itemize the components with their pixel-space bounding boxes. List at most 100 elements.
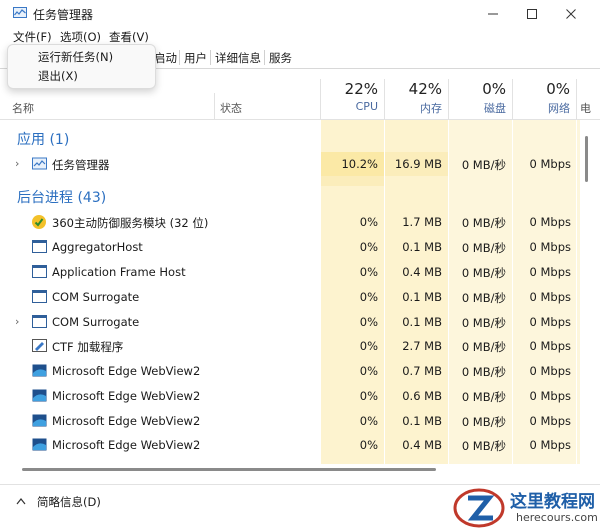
column-memory[interactable]: 42% 内存 (385, 79, 448, 119)
memory-value: 0.1 MB (402, 240, 442, 254)
close-button[interactable] (552, 0, 590, 27)
tab-details[interactable]: 详细信息 (212, 50, 264, 66)
network-value: 0 Mbps (529, 290, 572, 304)
disk-value: 0 MB/秒 (461, 241, 506, 255)
table-row[interactable]: Microsoft Edge WebView2 0% 0.6 MB 0 MB/秒… (0, 384, 580, 408)
network-value: 0 Mbps (529, 315, 572, 329)
disk-value: 0 MB/秒 (461, 216, 506, 230)
table-row[interactable]: Microsoft Edge WebView2 0% 0.4 MB 0 MB/秒… (0, 433, 580, 457)
process-name: Microsoft Edge WebView2 (52, 364, 201, 378)
process-name: CTF 加载程序 (52, 340, 124, 354)
column-power-partial[interactable]: 电 (580, 100, 591, 116)
network-value: 0 Mbps (529, 240, 572, 254)
fewer-details-link[interactable]: 简略信息(D) (37, 494, 101, 510)
column-name[interactable]: 名称 (12, 100, 34, 116)
table-row[interactable]: › COM Surrogate 0% 0.1 MB 0 MB/秒 0 Mbps (0, 310, 580, 334)
cpu-value: 0% (359, 414, 378, 428)
network-value: 0 Mbps (529, 215, 572, 229)
cpu-value: 0% (359, 240, 378, 254)
tab-separator (210, 50, 211, 65)
process-name: 360主动防御服务模块 (32 位) (52, 216, 209, 230)
cpu-value: 10.2% (341, 157, 378, 171)
menu-options[interactable]: 选项(O) (60, 29, 101, 45)
chevron-up-icon[interactable] (16, 497, 26, 505)
menu-view[interactable]: 查看(V) (109, 29, 149, 45)
z-logo-icon (453, 488, 505, 528)
memory-value: 1.7 MB (402, 215, 442, 229)
column-disk[interactable]: 0% 磁盘 (449, 79, 512, 119)
disk-value: 0 MB/秒 (461, 390, 506, 404)
group-apps: 应用 (1) (17, 132, 70, 148)
table-row[interactable]: Application Frame Host 0% 0.4 MB 0 MB/秒 … (0, 260, 580, 284)
memory-value: 0.7 MB (402, 364, 442, 378)
cpu-cell-tint (321, 176, 384, 186)
tab-services[interactable]: 服务 (266, 50, 295, 66)
memory-value: 0.6 MB (402, 389, 442, 403)
task-manager-icon (32, 157, 47, 170)
tab-separator (179, 50, 180, 65)
memory-value: 0.4 MB (402, 438, 442, 452)
memory-value: 0.1 MB (402, 315, 442, 329)
disk-value: 0 MB/秒 (461, 340, 506, 354)
360-shield-icon (32, 215, 46, 229)
cpu-value: 0% (359, 364, 378, 378)
process-window-icon (32, 265, 47, 278)
memory-value: 0.1 MB (402, 414, 442, 428)
process-name: Application Frame Host (52, 265, 186, 279)
cpu-label: CPU (355, 100, 378, 113)
network-value: 0 Mbps (529, 438, 572, 452)
menu-file[interactable]: 文件(F) (13, 29, 52, 45)
memory-value: 2.7 MB (402, 339, 442, 353)
process-name: 任务管理器 (52, 158, 110, 172)
edge-webview-icon (32, 414, 47, 427)
table-row[interactable]: AggregatorHost 0% 0.1 MB 0 MB/秒 0 Mbps (0, 235, 580, 259)
vertical-scrollbar-thumb[interactable] (585, 136, 588, 182)
disk-value: 0 MB/秒 (461, 415, 506, 429)
column-cpu[interactable]: 22% CPU (321, 79, 384, 119)
network-value: 0 Mbps (529, 157, 572, 171)
network-value: 0 Mbps (529, 339, 572, 353)
task-manager-app-icon (13, 7, 27, 18)
process-name: COM Surrogate (52, 315, 140, 329)
disk-label: 磁盘 (484, 102, 506, 115)
header-separator (214, 93, 215, 119)
maximize-button[interactable] (513, 0, 551, 27)
memory-value: 0.1 MB (402, 290, 442, 304)
expand-chevron-icon[interactable]: › (15, 157, 19, 170)
network-value: 0 Mbps (529, 414, 572, 428)
menu-item-run-new-task[interactable]: 运行新任务(N) (38, 49, 113, 65)
cpu-value: 0% (359, 438, 378, 452)
table-row[interactable]: 360主动防御服务模块 (32 位) 0% 1.7 MB 0 MB/秒 0 Mb… (0, 210, 580, 234)
column-status[interactable]: 状态 (220, 100, 242, 116)
cpu-value: 0% (359, 215, 378, 229)
group-background: 后台进程 (43) (17, 190, 107, 206)
window-title: 任务管理器 (33, 8, 94, 22)
cpu-value: 0% (359, 315, 378, 329)
table-row[interactable]: › 任务管理器 10.2% 16.9 MB 0 MB/秒 0 Mbps (0, 152, 580, 176)
table-row[interactable]: Microsoft Edge WebView2 0% 0.7 MB 0 MB/秒… (0, 359, 580, 383)
column-network[interactable]: 0% 网络 (513, 79, 576, 119)
cpu-value: 0% (359, 265, 378, 279)
menu-item-exit[interactable]: 退出(X) (38, 68, 78, 84)
minimize-icon (488, 13, 498, 14)
memory-label: 内存 (420, 102, 442, 115)
process-name: Microsoft Edge WebView2 (52, 389, 201, 403)
disk-value: 0 MB/秒 (461, 365, 506, 379)
expand-chevron-icon[interactable]: › (15, 315, 19, 328)
disk-value: 0 MB/秒 (461, 158, 506, 172)
table-row[interactable]: CTF 加载程序 0% 2.7 MB 0 MB/秒 0 Mbps (0, 334, 580, 358)
memory-value: 16.9 MB (394, 157, 442, 171)
tab-separator (264, 50, 265, 65)
network-percent: 0% (546, 80, 570, 98)
disk-percent: 0% (482, 80, 506, 98)
memory-value: 0.4 MB (402, 265, 442, 279)
tab-users[interactable]: 用户 (181, 50, 210, 66)
disk-value: 0 MB/秒 (461, 266, 506, 280)
horizontal-scrollbar-thumb[interactable] (22, 468, 436, 471)
process-name: AggregatorHost (52, 240, 143, 254)
minimize-button[interactable] (474, 0, 512, 27)
table-row[interactable]: Microsoft Edge WebView2 0% 0.1 MB 0 MB/秒… (0, 409, 580, 433)
process-window-icon (32, 315, 47, 328)
table-row[interactable]: COM Surrogate 0% 0.1 MB 0 MB/秒 0 Mbps (0, 285, 580, 309)
network-value: 0 Mbps (529, 265, 572, 279)
